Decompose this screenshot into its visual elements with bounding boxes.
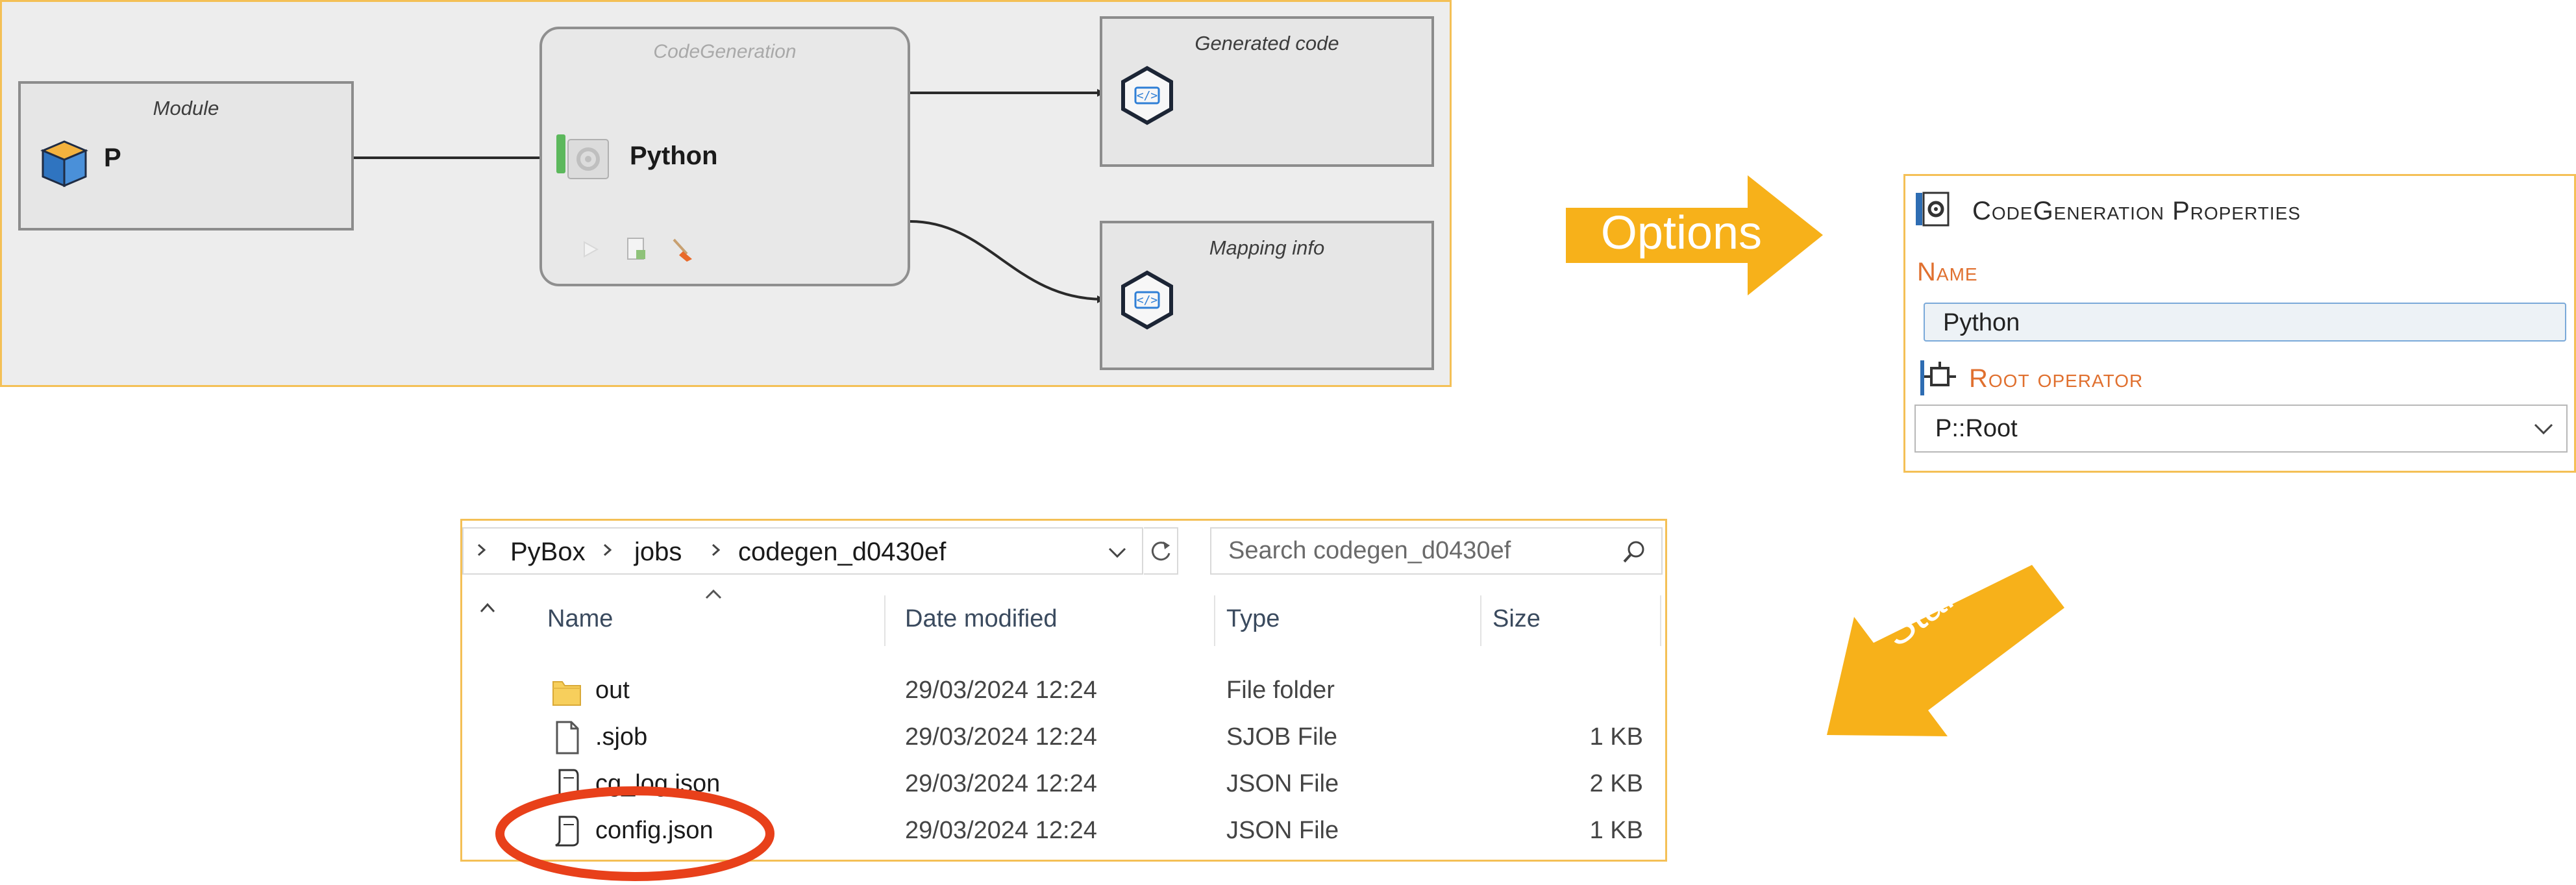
svg-text:</>: </>: [1137, 293, 1158, 307]
root-operator-label: Root operator: [1969, 364, 2144, 393]
diagram-panel: Module P CodeGeneration Python Generated…: [0, 0, 1452, 387]
root-operator-value: P::Root: [1935, 415, 2018, 442]
file-name[interactable]: out: [595, 677, 630, 704]
column-header-name[interactable]: Name: [547, 605, 613, 633]
operator-icon: [1920, 360, 1956, 395]
chevron-down-icon[interactable]: [2533, 419, 2555, 438]
mapping-info-node[interactable]: Mapping info </>: [1100, 221, 1434, 370]
file-type: File folder: [1226, 677, 1335, 704]
file-icon: [556, 721, 579, 754]
name-field[interactable]: Python: [1924, 303, 2566, 342]
file-date: 29/03/2024 12:24: [905, 817, 1097, 844]
refresh-button[interactable]: [1144, 527, 1178, 575]
codegen-node[interactable]: CodeGeneration Python: [539, 27, 910, 286]
file-type: JSON File: [1226, 817, 1339, 844]
codegen-caption: CodeGeneration: [653, 41, 797, 62]
properties-title: CodeGeneration Properties: [1972, 197, 2301, 225]
codegen-name: Python: [630, 142, 718, 170]
file-date: 29/03/2024 12:24: [905, 770, 1097, 797]
column-separator[interactable]: [1660, 595, 1661, 646]
address-bar[interactable]: PyBox jobs codegen_d0430ef: [462, 527, 1143, 575]
cube-icon: [40, 140, 88, 188]
chevron-right-icon[interactable]: [710, 540, 723, 560]
file-date: 29/03/2024 12:24: [905, 677, 1097, 704]
name-label: Name: [1917, 258, 1978, 286]
column-header-size[interactable]: Size: [1492, 605, 1541, 633]
breadcrumb-codegen[interactable]: codegen_d0430ef: [738, 538, 946, 567]
mapping-info-caption: Mapping info: [1209, 236, 1325, 259]
generated-code-caption: Generated code: [1195, 32, 1339, 55]
root-operator-select[interactable]: P::Root: [1914, 405, 2568, 453]
broom-icon[interactable]: [670, 236, 695, 263]
svg-text:</>: </>: [1137, 89, 1158, 103]
chevron-right-icon[interactable]: [601, 540, 614, 560]
column-header-date[interactable]: Date modified: [905, 605, 1057, 633]
code-hex-icon: </>: [1121, 270, 1173, 330]
properties-panel: CodeGeneration Properties Name Python Ro…: [1903, 174, 2576, 473]
column-separator[interactable]: [884, 595, 886, 646]
gear-icon: [1916, 192, 1950, 227]
column-header-type[interactable]: Type: [1226, 605, 1280, 633]
run-icon[interactable]: [578, 236, 602, 263]
chevron-right-icon[interactable]: [475, 540, 488, 560]
gear-icon: [556, 134, 609, 179]
module-name: P: [104, 143, 121, 172]
module-node[interactable]: Module P: [18, 81, 354, 231]
file-date: 29/03/2024 12:24: [905, 723, 1097, 751]
breadcrumb-pybox[interactable]: PyBox: [510, 538, 586, 567]
sort-ascending-icon: [705, 589, 722, 599]
search-placeholder: Search codegen_d0430ef: [1228, 537, 1511, 564]
column-separator[interactable]: [1480, 595, 1481, 646]
column-separator[interactable]: [1214, 595, 1215, 646]
file-size: 1 KB: [1589, 817, 1643, 844]
chevron-up-icon[interactable]: [478, 600, 497, 616]
chevron-down-icon[interactable]: [1107, 544, 1128, 561]
options-label: Options: [1600, 207, 1763, 259]
highlight-ellipse: [495, 786, 774, 881]
module-caption: Module: [153, 97, 219, 119]
file-type: JSON File: [1226, 770, 1339, 797]
generated-code-node[interactable]: Generated code </>: [1100, 16, 1434, 167]
code-hex-icon: </>: [1121, 66, 1173, 125]
breadcrumb-jobs[interactable]: jobs: [634, 538, 682, 567]
search-input[interactable]: Search codegen_d0430ef: [1210, 527, 1663, 575]
search-icon: [1623, 541, 1644, 563]
file-size: 2 KB: [1589, 770, 1643, 797]
file-row[interactable]: .sjob 29/03/2024 12:24 SJOB File 1 KB: [462, 717, 1665, 764]
file-size: 1 KB: [1589, 723, 1643, 751]
codegen-to-mapping-info-edge: [910, 220, 1105, 303]
file-name[interactable]: .sjob: [595, 723, 647, 751]
document-icon[interactable]: [623, 236, 648, 263]
folder-icon: [552, 681, 581, 706]
refresh-icon: [1151, 542, 1170, 561]
file-type: SJOB File: [1226, 723, 1338, 751]
file-row[interactable]: out 29/03/2024 12:24 File folder: [462, 670, 1665, 717]
